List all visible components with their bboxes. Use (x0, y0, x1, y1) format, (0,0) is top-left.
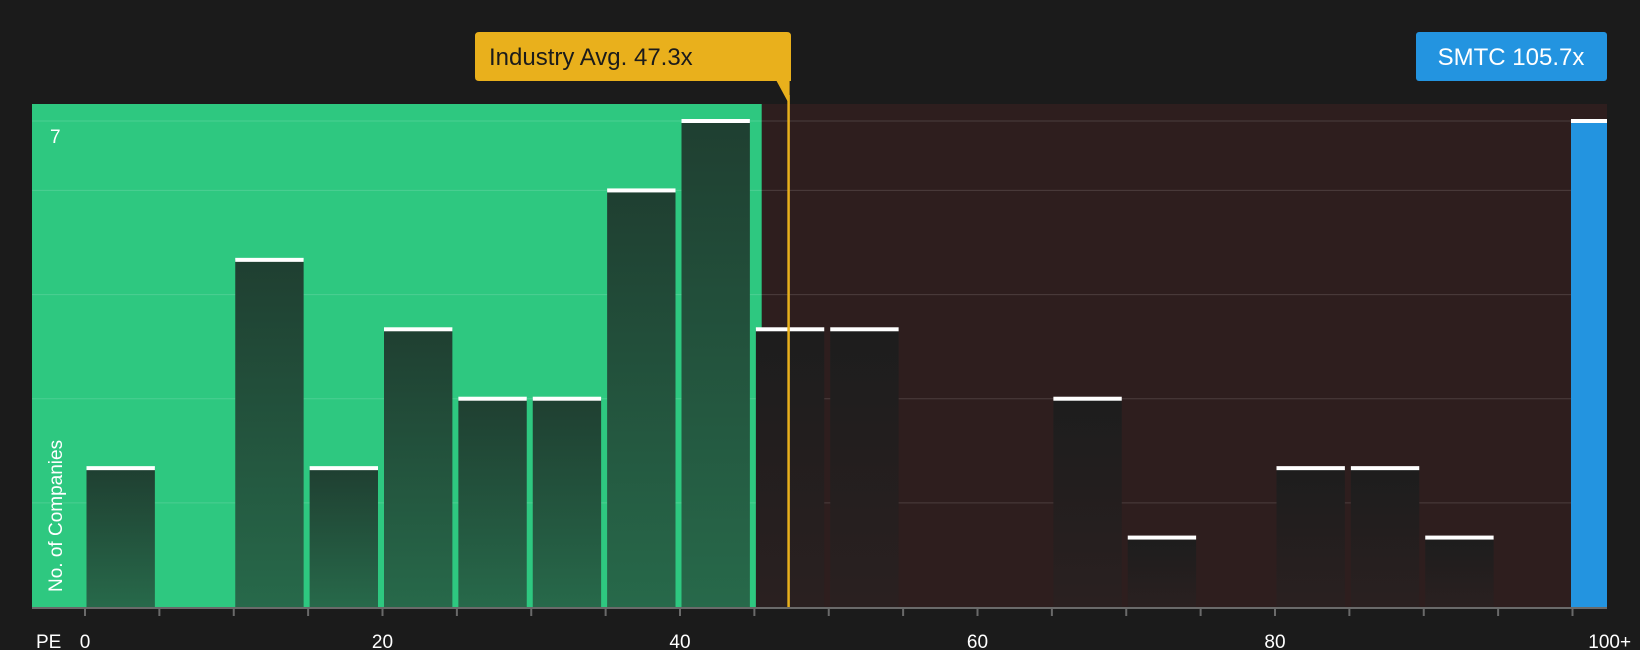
x-tick-label: 100+ (1588, 632, 1631, 650)
histogram-bar (309, 468, 378, 607)
histogram-bar-cap (1425, 535, 1494, 540)
y-tick-label-max: 7 (50, 127, 61, 148)
histogram-bar (755, 329, 825, 607)
histogram-bar (235, 259, 304, 607)
histogram-bar-cap (1127, 535, 1197, 540)
histogram-bar (607, 190, 676, 607)
histogram-bar-cap (309, 466, 378, 471)
histogram-bar-cap (755, 327, 825, 332)
histogram-bar-cap (532, 396, 602, 401)
histogram-bar-cap (830, 327, 899, 332)
histogram-bar (86, 468, 155, 607)
x-tick-label: 40 (669, 632, 690, 650)
pe-histogram-chart: 0 20 40 60 80 100+ 7 No. of Companies PE Indu… (32, 32, 1631, 650)
histogram-bar (1276, 468, 1345, 607)
histogram-bar-cap (681, 119, 750, 123)
histogram-bar (458, 398, 527, 607)
x-tick-label: 80 (1264, 632, 1285, 650)
x-tick-label: 60 (967, 632, 988, 650)
industry-average-label: Industry Avg. 47.3x (489, 44, 693, 71)
x-tick-label: 20 (372, 632, 393, 650)
histogram-bar (532, 398, 602, 607)
x-tick-label: 0 (80, 632, 91, 650)
histogram-bar-cap (1053, 396, 1122, 401)
company-bar-cap (1571, 119, 1607, 123)
y-axis-title: No. of Companies (46, 440, 67, 592)
histogram-bar-cap (1276, 466, 1345, 471)
histogram-bar (681, 121, 750, 607)
histogram-bar-cap (1350, 466, 1420, 471)
x-axis-ticks: 0 20 40 60 80 100+ (80, 607, 1631, 650)
company-label: SMTC 105.7x (1438, 44, 1585, 71)
histogram-bar-cap (384, 327, 453, 332)
histogram-bar-cap (607, 188, 676, 193)
histogram-bar-cap (458, 396, 527, 401)
histogram-bar (1350, 468, 1420, 607)
histogram-bar-cap (86, 466, 155, 471)
histogram-bar (1053, 398, 1122, 607)
histogram-bar (384, 329, 453, 607)
histogram-bar-cap (235, 257, 304, 262)
x-axis-title: PE (36, 632, 61, 650)
company-callout: SMTC 105.7x (1416, 32, 1607, 81)
industry-average-callout: Industry Avg. 47.3x (475, 32, 791, 105)
histogram-bar (1425, 537, 1494, 607)
histogram-bar (830, 329, 899, 607)
company-bar (1571, 121, 1607, 607)
histogram-bar (1127, 537, 1197, 607)
